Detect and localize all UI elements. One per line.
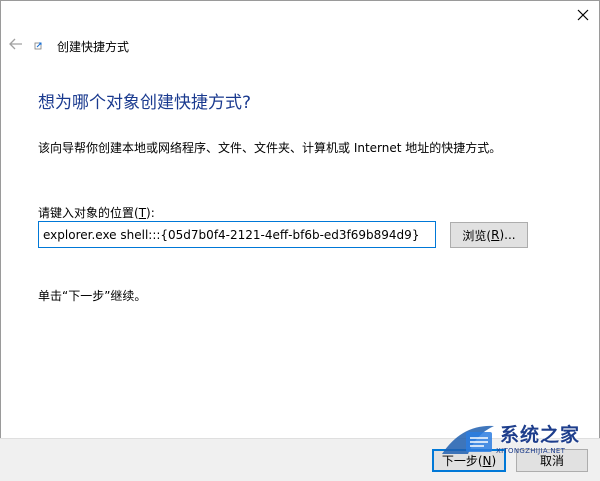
wizard-title: 创建快捷方式 [57,40,130,54]
browse-button[interactable]: 浏览(R)... [450,222,528,248]
continue-hint: 单击“下一步”继续。 [38,289,147,303]
wizard-description: 该向导帮你创建本地或网络程序、文件、文件夹、计算机或 Internet 地址的快… [38,141,502,155]
watermark-title: 系统之家 [500,424,581,446]
watermark-subtitle: XITONGZHIJIA.NET [496,447,566,455]
location-label-suffix: ): [146,206,155,220]
page-heading: 想为哪个对象创建快捷方式? [38,93,252,113]
browse-label-accel: R [491,228,500,242]
browse-label-prefix: 浏览( [462,228,492,243]
next-button[interactable]: 下一步(N) [432,449,506,472]
location-field-label: 请键入对象的位置(T): [38,204,155,221]
location-label-prefix: 请键入对象的位置( [38,206,139,220]
next-label-suffix: ) [491,453,497,468]
back-arrow-icon [9,38,22,50]
close-button[interactable] [570,2,596,28]
next-label-accel: N [482,453,492,468]
next-label-prefix: 下一步( [441,454,483,468]
shortcut-wizard-icon [34,42,42,50]
location-label-accel: T [138,206,147,220]
location-input[interactable] [38,221,436,248]
back-button[interactable] [6,34,26,54]
close-icon [577,9,589,21]
browse-label-suffix: )... [499,228,516,242]
